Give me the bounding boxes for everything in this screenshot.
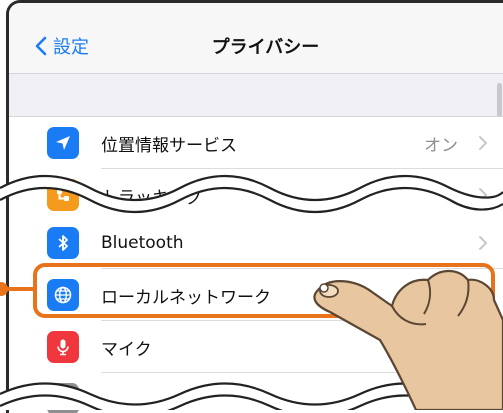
section-spacer: [9, 74, 503, 116]
row-value: オン: [424, 135, 458, 156]
row-label: マイク: [101, 339, 152, 360]
location-arrow-icon: [47, 127, 79, 159]
row-label: トラッキング: [101, 187, 203, 208]
row-bluetooth[interactable]: Bluetooth: [9, 217, 503, 269]
chevron-right-icon: [479, 340, 488, 354]
speech-icon: [47, 383, 79, 413]
chevron-right-icon: [479, 188, 488, 202]
row-label: Bluetooth: [101, 233, 184, 253]
navigation-bar: 設定 プライバシー: [9, 3, 503, 74]
tracking-icon: [47, 179, 79, 211]
row-microphone[interactable]: マイク: [9, 321, 503, 373]
row-tracking[interactable]: トラッキング: [9, 169, 503, 221]
row-location-services[interactable]: 位置情報サービス オン: [9, 117, 503, 169]
chevron-right-icon: [479, 236, 488, 250]
microphone-icon: [47, 331, 79, 363]
highlight-box: [33, 263, 495, 318]
chevron-right-icon: [479, 136, 488, 150]
row-label: 位置情報サービス: [101, 135, 237, 156]
bluetooth-icon: [47, 227, 79, 259]
row-speech-recognition[interactable]: [9, 373, 503, 413]
page-title: プライバシー: [211, 37, 320, 58]
screen-frame: 設定 プライバシー 位置情報サービス オン トラッキング Bluetooth ロ…: [6, 0, 503, 413]
